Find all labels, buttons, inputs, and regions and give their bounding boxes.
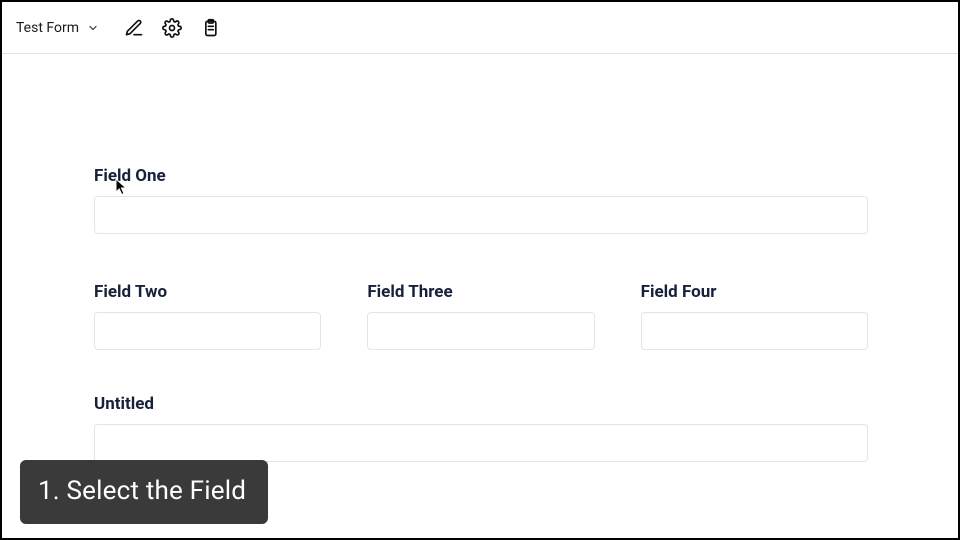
instruction-caption: 1. Select the Field bbox=[20, 460, 268, 524]
field-block-1: Field One bbox=[94, 166, 868, 234]
field-block-5: Untitled bbox=[94, 394, 868, 462]
field-input-2[interactable] bbox=[94, 312, 321, 350]
field-label: Field Four bbox=[641, 282, 868, 302]
chevron-down-icon bbox=[87, 22, 99, 34]
field-block-4: Field Four bbox=[641, 282, 868, 350]
gear-icon bbox=[162, 18, 182, 38]
field-input-4[interactable] bbox=[641, 312, 868, 350]
toolbar: Test Form bbox=[2, 2, 958, 54]
field-input-1[interactable] bbox=[94, 196, 868, 234]
field-label: Untitled bbox=[94, 394, 868, 414]
field-label: Field One bbox=[94, 166, 868, 186]
form-title: Test Form bbox=[16, 20, 79, 36]
field-block-3: Field Three bbox=[367, 282, 594, 350]
app-frame: Test Form bbox=[0, 0, 960, 540]
edit-button[interactable] bbox=[123, 17, 145, 39]
field-row: Field Two Field Three Field Four bbox=[94, 282, 868, 350]
clipboard-button[interactable] bbox=[199, 17, 221, 39]
toolbar-icons bbox=[123, 17, 221, 39]
form-title-dropdown[interactable]: Test Form bbox=[16, 20, 99, 36]
clipboard-icon bbox=[200, 18, 220, 38]
pencil-icon bbox=[124, 18, 144, 38]
form-area: Field One Field Two Field Three Field Fo… bbox=[94, 166, 868, 510]
field-block-2: Field Two bbox=[94, 282, 321, 350]
field-input-5[interactable] bbox=[94, 424, 868, 462]
settings-button[interactable] bbox=[161, 17, 183, 39]
field-label: Field Three bbox=[367, 282, 594, 302]
field-label: Field Two bbox=[94, 282, 321, 302]
field-input-3[interactable] bbox=[367, 312, 594, 350]
